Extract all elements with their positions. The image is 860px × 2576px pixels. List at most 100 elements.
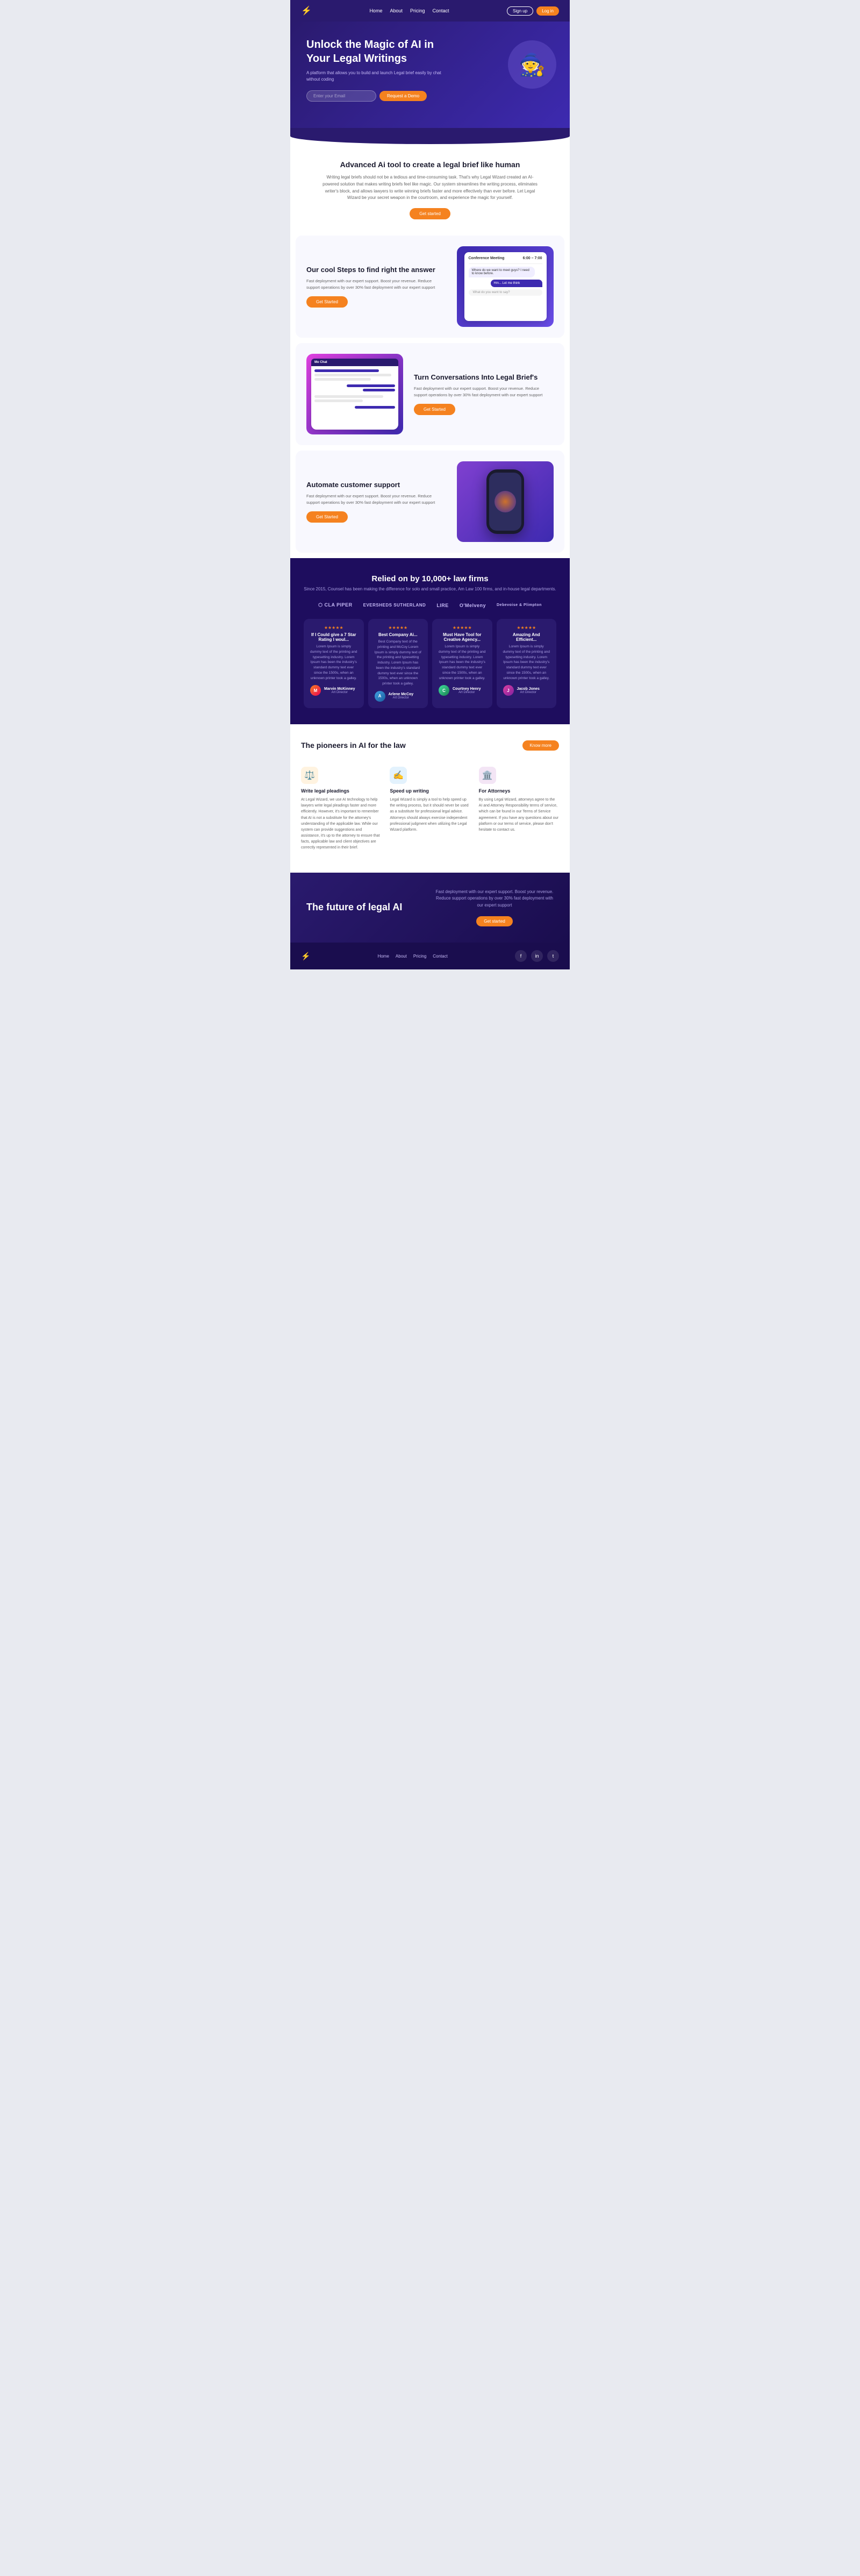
feature-row-3: Automate customer support Fast deploymen… bbox=[296, 451, 564, 553]
wizard-icon: 🧙 bbox=[508, 40, 556, 89]
feature-1-image: Conference Meeting 6:00 – 7:00 Where do … bbox=[457, 246, 554, 327]
get-started-button-3[interactable]: Get Started bbox=[414, 404, 455, 415]
signup-button[interactable]: Sign up bbox=[507, 6, 533, 16]
trusted-heading: Relied on by 10,000+ law firms bbox=[301, 574, 559, 583]
nav-about[interactable]: About bbox=[390, 8, 403, 13]
advanced-ai-body: Writing legal briefs should not be a ted… bbox=[322, 174, 538, 202]
instagram-icon[interactable]: in bbox=[531, 950, 543, 962]
nav-logo: ⚡ bbox=[301, 5, 312, 16]
footer-contact[interactable]: Contact bbox=[433, 954, 448, 959]
body-1: Best Company text of the printing and Mc… bbox=[375, 639, 422, 687]
footer: ⚡ Home About Pricing Contact f in t bbox=[290, 943, 570, 969]
feature-1-title: Our cool Steps to find right the answer bbox=[306, 266, 446, 274]
feature-2-title: Turn Conversations Into Legal Brief's bbox=[414, 373, 554, 381]
mock-question: Where do we want to meet guys? I need to… bbox=[469, 267, 535, 277]
advanced-ai-section: Advanced Ai tool to create a legal brief… bbox=[290, 144, 570, 236]
feature-1-text: Our cool Steps to find right the answer … bbox=[306, 266, 446, 308]
chat-line-6 bbox=[314, 395, 383, 398]
login-button[interactable]: Log in bbox=[536, 6, 559, 16]
body-3: Lorem Ipsum is simply dummy text of the … bbox=[503, 644, 550, 681]
hero-title: Unlock the Magic of AI in Your Legal Wri… bbox=[306, 38, 442, 66]
feature-2-text: Turn Conversations Into Legal Brief's Fa… bbox=[414, 373, 554, 415]
title-2: Must Have Tool for Creative Agency... bbox=[439, 632, 486, 642]
role-1: Art Director bbox=[389, 696, 414, 700]
cla-piper-icon: ⬡ bbox=[318, 602, 322, 608]
email-input[interactable] bbox=[306, 90, 376, 102]
feature-icon-2: 🏛️ bbox=[479, 767, 496, 784]
pioneers-section: The pioneers in AI for the law Know more… bbox=[290, 724, 570, 873]
feature-2-body: Fast deployment with our expert support.… bbox=[414, 386, 554, 398]
get-started-button-1[interactable]: Get started bbox=[410, 208, 450, 219]
get-started-button-2[interactable]: Get Started bbox=[306, 296, 348, 308]
feature-1-body: Fast deployment with our expert support.… bbox=[306, 278, 446, 291]
testimonial-3: ★★★★★ Amazing And Efficient... Lorem Ips… bbox=[497, 619, 557, 708]
footer-cta-section: The future of legal AI Fast deployment w… bbox=[290, 873, 570, 943]
role-2: Art Director bbox=[453, 691, 481, 694]
name-2: Courtney Henry bbox=[453, 687, 481, 691]
logo-omelveny: O'Melveny bbox=[460, 603, 486, 608]
get-started-button-4[interactable]: Get Started bbox=[306, 511, 348, 523]
author-0: M Marvin McKinney Art Director bbox=[310, 685, 357, 696]
feature-3-body: Fast deployment with our expert support.… bbox=[306, 493, 446, 506]
chat-line-3 bbox=[314, 378, 371, 381]
conf-time: 6:00 – 7:00 bbox=[523, 256, 542, 260]
feature-card-title-0: Write legal pleadings bbox=[301, 788, 381, 794]
footer-cta-right: Fast deployment with our expert support.… bbox=[435, 889, 554, 926]
role-0: Art Director bbox=[324, 691, 355, 694]
nav-pricing[interactable]: Pricing bbox=[410, 8, 425, 13]
footer-home[interactable]: Home bbox=[378, 954, 389, 959]
twitter-icon[interactable]: t bbox=[547, 950, 559, 962]
testimonial-2: ★★★★★ Must Have Tool for Creative Agency… bbox=[432, 619, 492, 708]
pioneers-header: The pioneers in AI for the law Know more bbox=[301, 740, 559, 751]
feature-icon-1: ✍️ bbox=[390, 767, 407, 784]
mock-reply: Hm... Let me think bbox=[491, 280, 542, 287]
footer-social: f in t bbox=[515, 950, 559, 962]
facebook-icon[interactable]: f bbox=[515, 950, 527, 962]
chat-line-4 bbox=[347, 384, 395, 387]
trusted-subtitle: Since 2015, Counsel has been making the … bbox=[301, 587, 559, 591]
feature-2-image: Mo Chat bbox=[306, 354, 403, 434]
mock-prompt: What do you want to say? bbox=[469, 289, 542, 296]
footer-pricing[interactable]: Pricing bbox=[413, 954, 426, 959]
stars-3: ★★★★★ bbox=[503, 625, 550, 630]
chat-line-8 bbox=[355, 406, 395, 409]
role-3: Art Director bbox=[517, 691, 540, 694]
feature-row-2: Turn Conversations Into Legal Brief's Fa… bbox=[296, 343, 564, 445]
nav-contact[interactable]: Contact bbox=[433, 8, 449, 13]
chat-line-5 bbox=[363, 389, 395, 391]
hero-subtitle: A platform that allows you to build and … bbox=[306, 70, 442, 83]
feature-3-text: Automate customer support Fast deploymen… bbox=[306, 481, 446, 523]
feature-card-body-1: Legal Wizard is simply a tool to help sp… bbox=[390, 797, 470, 833]
logo-lire: LIRE bbox=[436, 603, 449, 608]
body-0: Lorem Ipsum is simply dummy text of the … bbox=[310, 644, 357, 681]
footer-cta-body: Fast deployment with our expert support.… bbox=[435, 889, 554, 909]
demo-button[interactable]: Request a Demo bbox=[379, 91, 427, 101]
logo-debevoise: Debevoise & Plimpton bbox=[497, 603, 542, 607]
footer-cta-left: The future of legal AI bbox=[306, 901, 425, 914]
footer-links: Home About Pricing Contact bbox=[378, 954, 448, 959]
title-3: Amazing And Efficient... bbox=[503, 632, 550, 642]
nav-actions: Sign up Log in bbox=[507, 6, 559, 16]
testimonials-row: ★★★★★ If I Could give a 7 Star Rating I … bbox=[301, 619, 559, 708]
logo-eversheds: EVERSHEDS SUTHERLAND bbox=[363, 603, 426, 608]
know-more-button[interactable]: Know more bbox=[522, 740, 559, 751]
footer-cta-heading: The future of legal AI bbox=[306, 901, 425, 914]
conf-label: Conference Meeting bbox=[469, 256, 505, 260]
name-1: Arlene McCoy bbox=[389, 693, 414, 696]
body-2: Lorem Ipsum is simply dummy text of the … bbox=[439, 644, 486, 681]
footer-cta-button[interactable]: Get started bbox=[476, 916, 513, 926]
feature-icon-0: ⚖️ bbox=[301, 767, 318, 784]
features-grid: ⚖️ Write legal pleadings At Legal Wizard… bbox=[301, 761, 559, 857]
chat-mock: Mo Chat bbox=[311, 359, 398, 430]
footer-about[interactable]: About bbox=[396, 954, 407, 959]
feature-card-title-1: Speed up writing bbox=[390, 788, 470, 794]
feature-3-image bbox=[457, 461, 554, 542]
nav-home[interactable]: Home bbox=[369, 8, 382, 13]
avatar-1: A bbox=[375, 691, 385, 702]
title-1: Best Company Ai... bbox=[375, 632, 422, 637]
feature-3-title: Automate customer support bbox=[306, 481, 446, 489]
footer-logo: ⚡ bbox=[301, 952, 310, 961]
feature-card-body-2: By using Legal Wizard, attorneys agree t… bbox=[479, 797, 559, 833]
feature-card-body-0: At Legal Wizard, we use AI technology to… bbox=[301, 797, 381, 851]
feature-row-1: Our cool Steps to find right the answer … bbox=[296, 236, 564, 338]
